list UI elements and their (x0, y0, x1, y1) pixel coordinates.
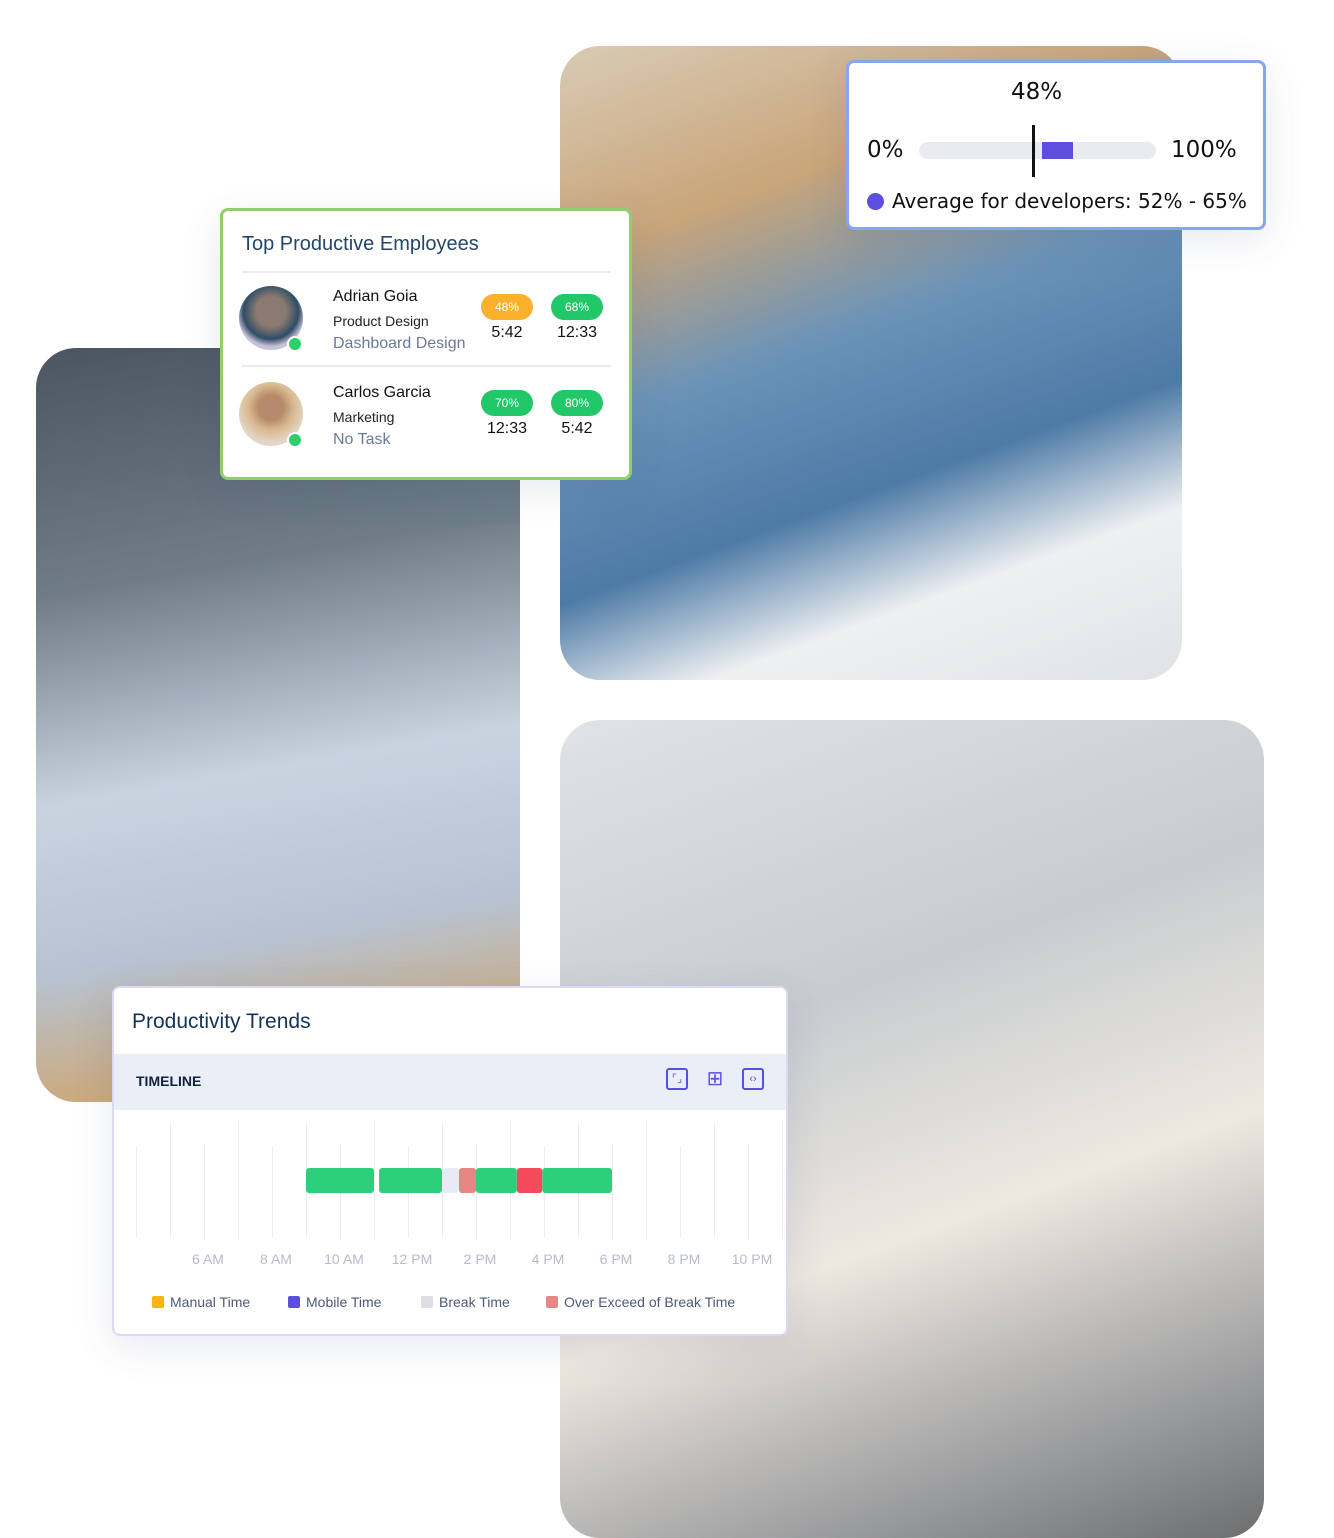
productivity-badge: 70% (481, 390, 533, 416)
online-status-dot (287, 432, 303, 448)
timeline-segment-over-exceed (459, 1168, 476, 1193)
top-productive-employees-card: Top Productive Employees Adrian Goia Pro… (220, 208, 632, 480)
employee-name: Carlos Garcia (333, 384, 431, 401)
employee-task: Dashboard Design (333, 335, 466, 352)
gauge-value-marker (1031, 125, 1035, 177)
productivity-badge: 68% (551, 294, 603, 320)
employee-department: Product Design (333, 313, 429, 329)
x-tick-label: 2 PM (464, 1251, 497, 1267)
x-tick-label: 12 PM (392, 1251, 432, 1267)
time-value: 5:42 (561, 420, 593, 437)
employee-row[interactable]: Adrian Goia Product Design Dashboard Des… (223, 286, 629, 366)
x-tick-label: 6 PM (600, 1251, 633, 1267)
productivity-trends-card: Productivity Trends TIMELINE ⌜⌟ ⊞ ‹› 6 A… (112, 986, 788, 1336)
online-status-dot (287, 336, 303, 352)
average-legend: Average for developers: 52% - 65% (867, 189, 1247, 213)
timeline-segment-productive (379, 1168, 442, 1193)
legend-item: Break Time (421, 1294, 510, 1310)
employee-department: Marketing (333, 409, 395, 425)
gauge-track (919, 125, 1156, 177)
x-tick-label: 10 PM (732, 1251, 772, 1267)
x-tick-label: 6 AM (192, 1251, 224, 1267)
legend-item: Mobile Time (288, 1294, 381, 1310)
productivity-badge: 48% (481, 294, 533, 320)
timeline-segment-productive (542, 1168, 612, 1193)
time-value: 5:42 (491, 324, 523, 341)
legend-swatch (288, 1296, 300, 1308)
timeline-segment-productive (306, 1168, 374, 1193)
x-tick-label: 4 PM (532, 1251, 565, 1267)
legend-label: Over Exceed of Break Time (564, 1294, 736, 1310)
divider (242, 271, 611, 273)
legend-label: Manual Time (170, 1294, 251, 1310)
employee-row[interactable]: Carlos Garcia Marketing No Task 70% 12:3… (223, 382, 629, 462)
timeline-segment-break (442, 1168, 459, 1193)
legend-label: Mobile Time (306, 1294, 382, 1310)
productivity-badge: 80% (551, 390, 603, 416)
average-text: Average for developers: 52% - 65% (892, 189, 1247, 213)
time-value: 12:33 (486, 420, 528, 437)
divider (242, 365, 611, 367)
x-tick-label: 8 PM (668, 1251, 701, 1267)
card-title: Top Productive Employees (242, 233, 479, 255)
gauge-min-label: 0% (867, 137, 904, 163)
gauge-max-label: 100% (1171, 137, 1237, 163)
timeline-segment-unproductive (516, 1168, 543, 1193)
legend-swatch (421, 1296, 433, 1308)
developer-average-range (1042, 142, 1074, 159)
legend-dot-icon (867, 192, 884, 210)
time-value: 12:33 (556, 324, 598, 341)
legend-label: Break Time (439, 1294, 510, 1310)
timeline-segment-productive (476, 1168, 517, 1193)
productivity-gauge-card: 48% 0% 100% Average for developers: 52% … (846, 60, 1266, 230)
employee-task: No Task (333, 431, 391, 448)
legend-swatch (152, 1296, 164, 1308)
timeline-chart: 6 AM 8 AM 10 AM 12 PM 2 PM 4 PM 6 PM 8 PM 10 PM (136, 1122, 783, 1267)
legend-item: Manual Time (152, 1294, 250, 1310)
employee-name: Adrian Goia (333, 288, 418, 305)
x-tick-label: 10 AM (324, 1251, 364, 1267)
x-tick-label: 8 AM (260, 1251, 292, 1267)
legend-item: Over Exceed of Break Time (546, 1294, 735, 1310)
gauge-value-label: 48% (1010, 79, 1063, 105)
legend-swatch (546, 1296, 558, 1308)
